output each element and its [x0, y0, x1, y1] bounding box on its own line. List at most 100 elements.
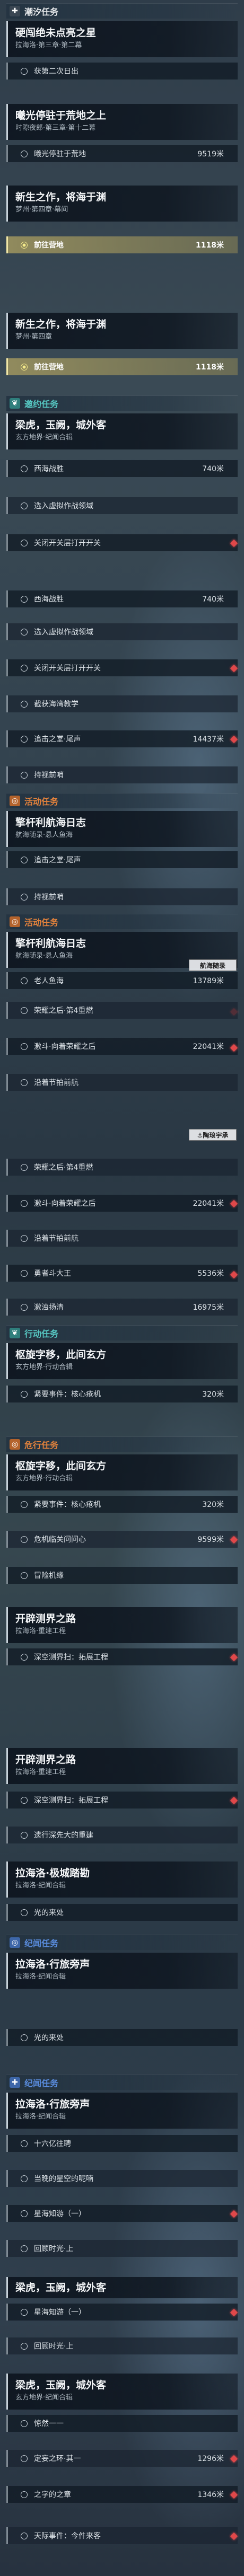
- quest-card[interactable]: 枢旋字移，此间玄方 玄方地界·行动合辑: [6, 1454, 238, 1490]
- objective-item[interactable]: 持视前哨: [6, 888, 238, 905]
- objective-circle-icon: [21, 595, 28, 603]
- objective-circle-icon: [21, 2034, 28, 2041]
- objective-item[interactable]: 西海战胜 740米: [6, 460, 238, 477]
- objective-item[interactable]: 持视前哨: [6, 766, 238, 783]
- section-header[interactable]: ✚ 纪闻任务: [6, 2075, 238, 2090]
- objective-text: 之字的之章: [34, 2491, 71, 2499]
- quest-subtitle: 拉海洛·重建工程: [15, 1627, 66, 1635]
- active-objective-icon: [21, 241, 28, 249]
- objective-item[interactable]: 十六亿往聘: [6, 2135, 238, 2152]
- objective-circle-icon: [21, 2455, 28, 2462]
- objective-item[interactable]: 追击之堂·尾声: [6, 851, 238, 868]
- objective-item[interactable]: 惊然一一: [6, 2415, 238, 2432]
- quest-title: 开辟测界之路: [15, 1613, 76, 1625]
- objective-item-active[interactable]: 前往营地 1118米: [6, 358, 238, 375]
- objective-item[interactable]: 紧要事件：核心疮机 320米: [6, 1386, 238, 1402]
- section-header[interactable]: ◎ 纪闻任务: [6, 1935, 238, 1950]
- quest-card[interactable]: 新生之作，将海于渊 梦州·第四章: [6, 313, 238, 349]
- objective-circle-icon: [21, 1831, 28, 1839]
- quest-title: 枢旋字移，此间玄方: [15, 1349, 107, 1361]
- section-header[interactable]: ◎ 危行任务: [6, 1436, 238, 1452]
- objective-item[interactable]: 选入虚拟作战领域: [6, 497, 238, 514]
- objective-text: 危机临关问问心: [34, 1536, 86, 1544]
- objective-item[interactable]: 遗行深先大的重建: [6, 1827, 238, 1843]
- section-header[interactable]: ◎ 活动任务: [6, 793, 238, 808]
- objective-item[interactable]: 冒险机缘: [6, 1567, 238, 1584]
- objective-item[interactable]: 激浊扬清 16975米: [6, 1299, 238, 1316]
- objective-item[interactable]: 星海知游（一）: [6, 2205, 238, 2222]
- objective-item[interactable]: 危机临关问问心 9599米: [6, 1531, 238, 1548]
- quest-card[interactable]: 梁虎，玉阙，城外客 玄方地界·纪闻合辑: [6, 413, 238, 449]
- objective-item[interactable]: 星海知游（一）: [6, 2304, 238, 2321]
- objective-distance: 5536米: [197, 1269, 224, 1278]
- objective-item[interactable]: 沿着节拍前航: [6, 1074, 238, 1091]
- quest-card[interactable]: 擎杆利航海日志 航海随录·悬人鱼海: [6, 811, 238, 847]
- objective-item[interactable]: 获第二次日出: [6, 63, 238, 80]
- objective-circle-icon: [21, 1234, 28, 1242]
- objective-item[interactable]: 追击之堂·尾声 14437米: [6, 730, 238, 747]
- section-title: 纪闻任务: [24, 2078, 59, 2088]
- objective-text: 关闭开关层打开开关: [34, 664, 101, 673]
- objective-item[interactable]: 勇者斗大王 5536米: [6, 1265, 238, 1282]
- quest-card[interactable]: 拉海洛·行旅旁声 拉海洛·纪闻合辑: [6, 2093, 238, 2129]
- objective-circle-icon: [21, 1653, 28, 1661]
- section-header[interactable]: ✚ 潮汐任务: [6, 3, 238, 19]
- objective-text: 星海知游（一）: [34, 2210, 86, 2218]
- objective-item[interactable]: 荣耀之后·第4重燃: [6, 1002, 238, 1019]
- objective-item[interactable]: 当晚的星空的呢喃: [6, 2170, 238, 2187]
- objective-item[interactable]: 截获海湾教学: [6, 695, 238, 712]
- objective-text: 光的来处: [34, 2034, 64, 2042]
- plus-icon: ✚: [10, 2077, 20, 2088]
- quest-card[interactable]: 梁虎，玉阙，城外客 玄方地界·纪闻合辑: [6, 2374, 238, 2410]
- objective-item[interactable]: 深空测界扫：拓展工程: [6, 1792, 238, 1809]
- objective-distance: 13789米: [193, 977, 224, 985]
- objective-item[interactable]: 深空测界扫：拓展工程: [6, 1648, 238, 1665]
- objective-item-active[interactable]: 前往营地 1118米: [6, 236, 238, 253]
- objective-item[interactable]: 关闭开关层打开开关: [6, 659, 238, 676]
- section-danger-quests: ◎ 危行任务: [6, 1436, 238, 1452]
- objective-item[interactable]: 老人鱼海 13789米: [6, 972, 238, 989]
- objective-item[interactable]: 天际事件：今件来客: [6, 2527, 238, 2544]
- objective-text: 追击之堂·尾声: [34, 856, 81, 864]
- objective-item[interactable]: 西海战胜 740米: [6, 590, 238, 607]
- objective-text: 紧要事件：核心疮机: [34, 1390, 101, 1399]
- section-header[interactable]: ◎ 活动任务: [6, 914, 238, 929]
- objective-distance: 740米: [202, 595, 224, 604]
- objective-item[interactable]: 激斗·向着荣耀之后 22041米: [6, 1195, 238, 1212]
- active-objective-icon: [21, 363, 28, 370]
- section-action-quests: ❦ 行动任务: [6, 1325, 238, 1340]
- objective-item[interactable]: 之字的之章 1346米: [6, 2486, 238, 2503]
- objective-item[interactable]: 回顾时光·上: [6, 2240, 238, 2257]
- objective-item[interactable]: 定妄之环·其一 1296米: [6, 2450, 238, 2467]
- objective-item[interactable]: 回顾时光·上: [6, 2337, 238, 2354]
- objective-item[interactable]: 沿着节拍前航: [6, 1230, 238, 1247]
- objective-text: 前往营地: [34, 241, 64, 250]
- objective-text: 追击之堂·尾声: [34, 735, 81, 744]
- objective-item[interactable]: 光的来处: [6, 1904, 238, 1921]
- swirl-icon: ◎: [10, 916, 20, 927]
- section-header[interactable]: ❦ 邀约任务: [6, 395, 238, 411]
- objective-circle-icon: [21, 2210, 28, 2217]
- quest-card[interactable]: 开辟测界之路 拉海洛·重建工程: [6, 1748, 238, 1784]
- objective-item[interactable]: 荣耀之后·第4重燃: [6, 1159, 238, 1176]
- quest-card[interactable]: 拉海洛·行旅旁声 拉海洛·纪闻合辑: [6, 1953, 238, 1989]
- objective-item[interactable]: 关闭开关层打开开关: [6, 534, 238, 551]
- objective-item[interactable]: 选入虚拟作战领域: [6, 623, 238, 640]
- quest-card[interactable]: 硬闯绝未点亮之星 拉海洛·第三章·第二幕: [6, 21, 238, 57]
- quest-card[interactable]: 枢旋字移，此间玄方 玄方地界·行动合辑: [6, 1343, 238, 1379]
- quest-title: 梁虎，玉阙，城外客: [15, 419, 107, 431]
- objective-text: 激斗·向着荣耀之后: [34, 1199, 96, 1208]
- objective-item[interactable]: 激斗·向着荣耀之后 22041米: [6, 1038, 238, 1055]
- section-header[interactable]: ❦ 行动任务: [6, 1325, 238, 1340]
- quest-card[interactable]: 新生之作，将海于渊 梦州·第四章·幕间: [6, 186, 238, 222]
- objective-circle-icon: [21, 539, 28, 546]
- objective-item[interactable]: 紧要事件：核心疮机 320米: [6, 1496, 238, 1513]
- quest-card[interactable]: 曦光停驻于荒地之上 时隙夜郎·第三章·第十二幕: [6, 104, 238, 140]
- quest-card[interactable]: 拉海洛·极城踏勘 拉海洛·纪闻合辑: [6, 1862, 238, 1898]
- objective-text: 惊然一一: [34, 2420, 64, 2428]
- objective-item[interactable]: 光的来处: [6, 2029, 238, 2046]
- quest-card[interactable]: 开辟测界之路 拉海洛·重建工程: [6, 1607, 238, 1643]
- objective-item[interactable]: 曦光停驻于荒地 9519米: [6, 145, 238, 162]
- objective-circle-icon: [21, 628, 28, 636]
- quest-card[interactable]: 梁虎，玉阙，城外客: [6, 2277, 238, 2298]
